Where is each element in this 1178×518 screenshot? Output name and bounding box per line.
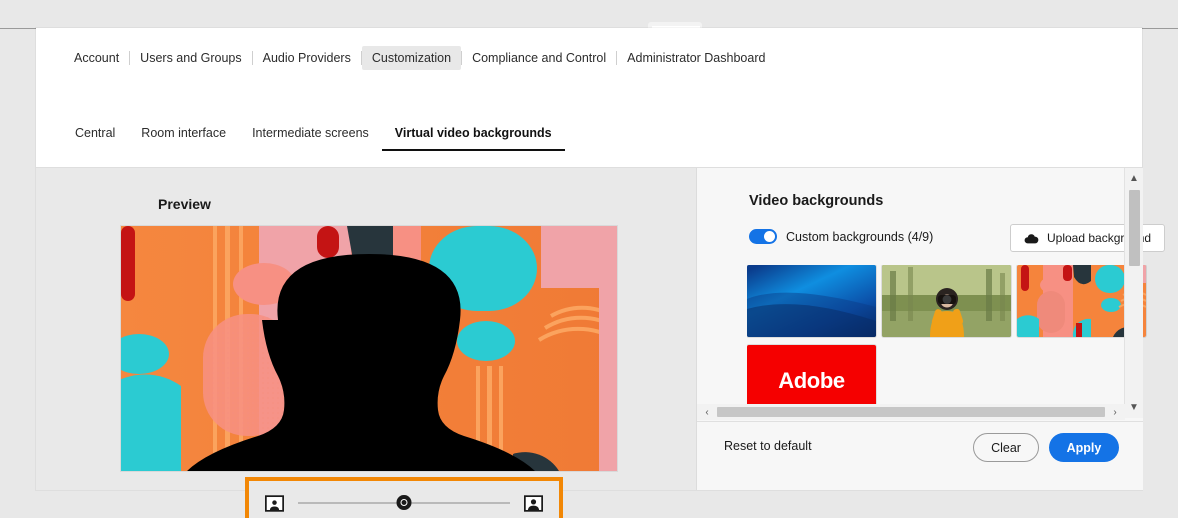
scroll-down-icon[interactable]: ▼ (1125, 399, 1143, 416)
cloud-upload-icon (1024, 233, 1039, 243)
abstract-background-art (121, 226, 617, 471)
tab-room-interface[interactable]: Room interface (128, 124, 239, 151)
app-root: Account Users and Groups Audio Providers… (0, 0, 1178, 518)
thumbnails-horizontal-scrollbar[interactable]: ‹ › (697, 404, 1125, 420)
framing-slider-control[interactable] (251, 483, 557, 518)
video-backgrounds-panel: Video backgrounds Custom backgrounds (4/… (696, 168, 1166, 490)
vertical-scroll-thumb[interactable] (1129, 190, 1140, 266)
horizontal-scroll-thumb[interactable] (717, 407, 1105, 417)
thumbnail-outdoor-portrait-background[interactable] (882, 265, 1011, 337)
person-in-frame-large-icon[interactable] (524, 494, 543, 512)
background-thumbnail-grid: Adobe (747, 265, 1147, 417)
slider-track[interactable] (298, 495, 510, 510)
panel-vertical-scrollbar[interactable]: ▲ ▼ (1124, 168, 1143, 418)
secondary-tabs: Central Room interface Intermediate scre… (36, 124, 1142, 168)
custom-backgrounds-label: Custom backgrounds (4/9) (786, 229, 934, 244)
preview-pane: Preview (36, 168, 696, 518)
person-in-frame-small-icon[interactable] (265, 494, 284, 512)
toggle-knob (764, 231, 775, 242)
nav-item-compliance-and-control[interactable]: Compliance and Control (462, 46, 616, 70)
settings-window: Account Users and Groups Audio Providers… (36, 28, 1166, 518)
blue-gradient-art (747, 265, 876, 337)
panel-title: Video backgrounds (749, 193, 884, 209)
custom-backgrounds-toggle[interactable] (749, 229, 777, 244)
slider-handle[interactable] (396, 495, 412, 510)
apply-button[interactable]: Apply (1049, 433, 1119, 462)
preview-heading: Preview (158, 196, 211, 212)
nav-item-audio-providers[interactable]: Audio Providers (253, 46, 361, 70)
footer-divider (697, 421, 1143, 422)
scroll-left-icon[interactable]: ‹ (699, 404, 715, 420)
tab-intermediate-screens[interactable]: Intermediate screens (239, 124, 382, 151)
nav-item-customization[interactable]: Customization (361, 46, 462, 70)
content-area: Preview Video backgrounds Custom backgro… (36, 168, 1166, 518)
clear-button[interactable]: Clear (973, 433, 1039, 462)
video-preview (121, 226, 617, 471)
custom-backgrounds-toggle-row[interactable]: Custom backgrounds (4/9) (749, 229, 933, 244)
tab-virtual-video-backgrounds[interactable]: Virtual video backgrounds (381, 124, 565, 151)
nav-item-administrator-dashboard[interactable]: Administrator Dashboard (617, 46, 775, 70)
primary-navigation: Account Users and Groups Audio Providers… (36, 28, 1142, 88)
adobe-wordmark: Adobe (778, 368, 845, 393)
tab-central[interactable]: Central (62, 124, 128, 151)
outdoor-portrait-art (882, 265, 1011, 337)
nav-item-account[interactable]: Account (64, 46, 129, 70)
thumbnail-blue-gradient-background[interactable] (747, 265, 876, 337)
nav-item-users-and-groups[interactable]: Users and Groups (130, 46, 251, 70)
scroll-up-icon[interactable]: ▲ (1125, 170, 1143, 187)
reset-to-default-link[interactable]: Reset to default (724, 439, 812, 453)
scroll-right-icon[interactable]: › (1107, 404, 1123, 420)
